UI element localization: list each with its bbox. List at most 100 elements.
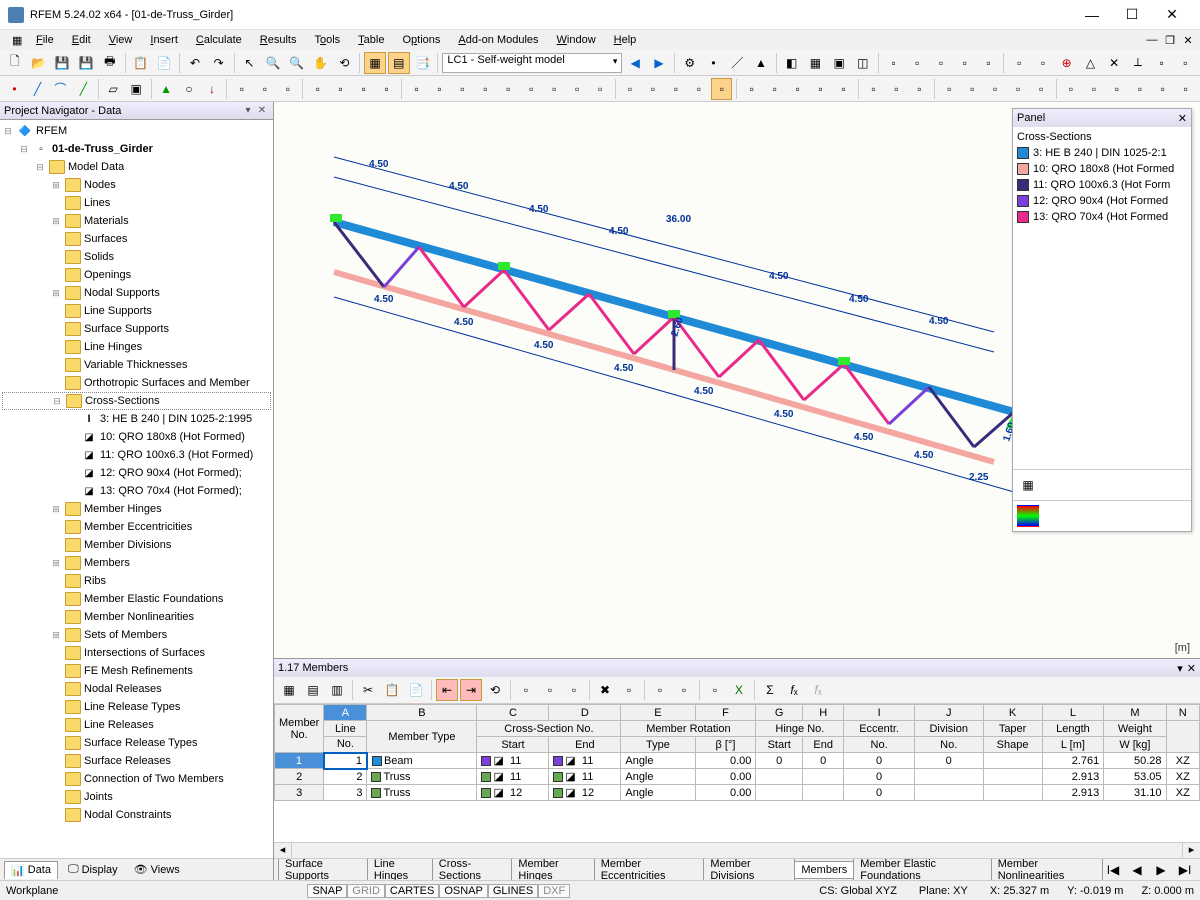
- status-toggle-grid[interactable]: GRID: [347, 884, 385, 898]
- tb-icon[interactable]: ▫: [833, 78, 854, 100]
- tree-item[interactable]: ⊞Member Hinges: [2, 500, 271, 518]
- tb-icon[interactable]: ▫: [741, 78, 762, 100]
- tree-item[interactable]: ⊟Model Data: [2, 158, 271, 176]
- tb-icon[interactable]: ✖: [594, 679, 616, 701]
- tree-item[interactable]: ◪13: QRO 70x4 (Hot Formed);: [2, 482, 271, 500]
- table-tab[interactable]: Cross-Sections: [432, 858, 513, 880]
- close-icon[interactable]: ✕: [255, 105, 269, 116]
- table-tab[interactable]: Member Divisions: [703, 858, 795, 880]
- tb-icon[interactable]: ▫: [711, 78, 732, 100]
- table-tab[interactable]: Surface Supports: [278, 858, 368, 880]
- tree-item[interactable]: Ribs: [2, 572, 271, 590]
- tb-icon[interactable]: ▫: [939, 78, 960, 100]
- status-toggle-osnap[interactable]: OSNAP: [439, 884, 488, 898]
- tb-icon[interactable]: ⟂: [1127, 52, 1149, 74]
- fx-icon[interactable]: Σ: [759, 679, 781, 701]
- tb-icon[interactable]: ▫: [909, 78, 930, 100]
- tree-item[interactable]: Surface Supports: [2, 320, 271, 338]
- axes-icon[interactable]: ⊕: [1056, 52, 1078, 74]
- load-icon[interactable]: ↓: [202, 78, 223, 100]
- hinge-icon[interactable]: ○: [179, 78, 200, 100]
- tb-icon[interactable]: ▫: [886, 78, 907, 100]
- tree-item[interactable]: Orthotropic Surfaces and Member: [2, 374, 271, 392]
- nav-tab-data[interactable]: 📊 Data: [4, 861, 58, 879]
- tree-item[interactable]: Member Elastic Foundations: [2, 590, 271, 608]
- model-view-icon[interactable]: ▦: [364, 52, 386, 74]
- tb-icon[interactable]: ▫: [231, 78, 252, 100]
- tb-icon[interactable]: ▫: [452, 78, 473, 100]
- tb-icon[interactable]: ▫: [277, 78, 298, 100]
- support-icon[interactable]: ▲: [156, 78, 177, 100]
- tree-item[interactable]: Openings: [2, 266, 271, 284]
- tb-icon[interactable]: ✕: [1103, 52, 1125, 74]
- tree-item[interactable]: ◪12: QRO 90x4 (Hot Formed);: [2, 464, 271, 482]
- tree-item[interactable]: ⊟🔷RFEM: [2, 122, 271, 140]
- menu-insert[interactable]: Insert: [142, 32, 186, 48]
- legend-tool-icon[interactable]: ▦: [1017, 474, 1039, 496]
- tree-item[interactable]: Variable Thicknesses: [2, 356, 271, 374]
- tb-icon[interactable]: ▫: [330, 78, 351, 100]
- status-toggle-snap[interactable]: SNAP: [307, 884, 347, 898]
- menu-calculate[interactable]: Calculate: [188, 32, 250, 48]
- tb-icon[interactable]: ⟲: [484, 679, 506, 701]
- tb-icon[interactable]: ▫: [1151, 52, 1173, 74]
- line-icon[interactable]: ╱: [27, 78, 48, 100]
- tb-icon[interactable]: ▫: [643, 78, 664, 100]
- status-toggle-dxf[interactable]: DXF: [538, 884, 570, 898]
- close-button[interactable]: ✕: [1152, 1, 1192, 29]
- tb-icon[interactable]: ▫: [962, 78, 983, 100]
- tb-icon[interactable]: ▫: [906, 52, 928, 74]
- member-icon[interactable]: ╱: [73, 78, 94, 100]
- tb-icon[interactable]: ▫: [1175, 52, 1197, 74]
- pin-icon[interactable]: ▾: [1177, 662, 1183, 675]
- menu-table[interactable]: Table: [350, 32, 392, 48]
- calc-icon[interactable]: ⚙: [679, 52, 701, 74]
- mdi-restore-icon[interactable]: ❐: [1162, 34, 1178, 47]
- tb-icon[interactable]: ▫: [665, 78, 686, 100]
- tree-item[interactable]: ⊞Nodal Supports: [2, 284, 271, 302]
- legend-item[interactable]: 12: QRO 90x4 (Hot Formed: [1017, 193, 1187, 209]
- menu-help[interactable]: Help: [606, 32, 645, 48]
- tb-icon[interactable]: ▫: [649, 679, 671, 701]
- legend-item[interactable]: 11: QRO 100x6.3 (Hot Form: [1017, 177, 1187, 193]
- tree-item[interactable]: Nodal Releases: [2, 680, 271, 698]
- tree-item[interactable]: ◪10: QRO 180x8 (Hot Formed): [2, 428, 271, 446]
- tree-item[interactable]: Member Eccentricities: [2, 518, 271, 536]
- saveas-icon[interactable]: 💾: [75, 52, 97, 74]
- tree-item[interactable]: Connection of Two Members: [2, 770, 271, 788]
- tree-item[interactable]: Surfaces: [2, 230, 271, 248]
- tree-item[interactable]: ⊞Members: [2, 554, 271, 572]
- tab-last-icon[interactable]: ▶I: [1174, 859, 1196, 881]
- tree-item[interactable]: Joints: [2, 788, 271, 806]
- tb-icon[interactable]: ▫: [688, 78, 709, 100]
- table-tab[interactable]: Member Nonlinearities: [991, 858, 1103, 880]
- table-tab[interactable]: Member Eccentricities: [594, 858, 705, 880]
- table-tab[interactable]: Line Hinges: [367, 858, 433, 880]
- tb-icon[interactable]: ▫: [787, 78, 808, 100]
- undo-icon[interactable]: ↶: [184, 52, 206, 74]
- tb-icon[interactable]: ▫: [954, 52, 976, 74]
- tb-icon[interactable]: ▫: [1032, 52, 1054, 74]
- menu-window[interactable]: Window: [549, 32, 604, 48]
- tree-item[interactable]: ⊞Materials: [2, 212, 271, 230]
- tree-item[interactable]: Solids: [2, 248, 271, 266]
- members-table[interactable]: MemberNo.ABCDEFGHIJKLMNLineMember TypeCr…: [274, 704, 1200, 801]
- tb-icon[interactable]: ▤: [302, 679, 324, 701]
- tree-item[interactable]: ⊞Sets of Members: [2, 626, 271, 644]
- tree-item[interactable]: 𝐈3: HE B 240 | DIN 1025-2:1995: [2, 410, 271, 428]
- tb-icon[interactable]: ▫: [1008, 78, 1029, 100]
- table-tab[interactable]: Member Elastic Foundations: [853, 858, 991, 880]
- open-icon[interactable]: 📂: [28, 52, 50, 74]
- tree-item[interactable]: FE Mesh Refinements: [2, 662, 271, 680]
- tb-icon[interactable]: ▫: [618, 679, 640, 701]
- fx-icon[interactable]: fₓ: [783, 679, 805, 701]
- tree-item[interactable]: Line Supports: [2, 302, 271, 320]
- tb-icon[interactable]: ▫: [1106, 78, 1127, 100]
- zoom-all-icon[interactable]: 🔍: [286, 52, 308, 74]
- excel-icon[interactable]: X: [728, 679, 750, 701]
- tb-icon[interactable]: ▫: [810, 78, 831, 100]
- tree-item[interactable]: ◪11: QRO 100x6.3 (Hot Formed): [2, 446, 271, 464]
- tb-icon[interactable]: ▫: [521, 78, 542, 100]
- wire-icon[interactable]: ▦: [805, 52, 827, 74]
- copy-icon[interactable]: 📋: [130, 52, 152, 74]
